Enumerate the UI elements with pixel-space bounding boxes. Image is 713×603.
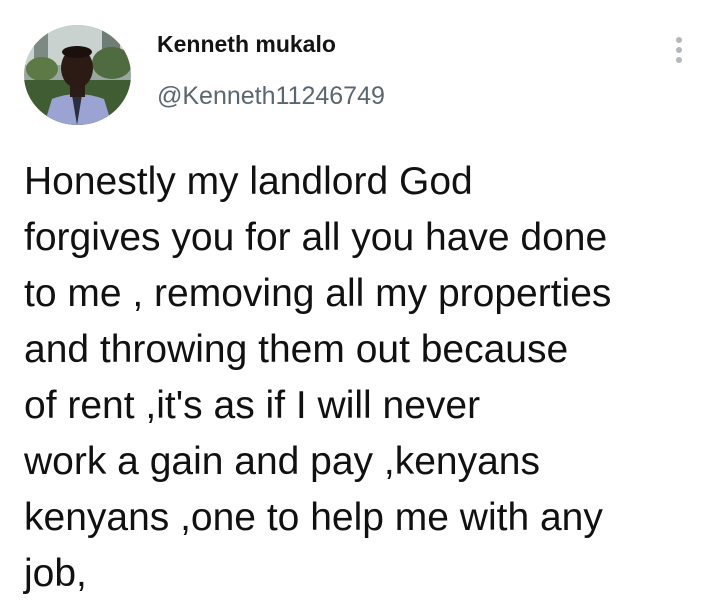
tweet-text-line: Honestly my landlord God xyxy=(24,160,473,203)
author-handle[interactable]: @Kenneth11246749 xyxy=(157,82,385,111)
author-avatar[interactable] xyxy=(24,25,131,125)
more-options-button[interactable] xyxy=(664,34,694,66)
author-display-name[interactable]: Kenneth mukalo xyxy=(157,31,336,58)
tweet-text-line: kenyans ,one to help me with any xyxy=(24,496,603,539)
tweet-text-line: and throwing them out because xyxy=(24,328,569,371)
more-vertical-icon xyxy=(676,37,682,63)
tweet-text-line: of rent ,it's as if I will never xyxy=(24,384,481,427)
tweet-text-line: to me , removing all my properties xyxy=(24,272,612,315)
tweet-card: Kenneth mukalo @Kenneth11246749 Honestly… xyxy=(0,0,713,603)
tweet-text-line: job, xyxy=(24,552,87,595)
tweet-text-line: forgives you for all you have done xyxy=(24,216,608,259)
profile-photo-icon xyxy=(24,25,131,125)
tweet-text: Honestly my landlord God forgives you fo… xyxy=(24,154,704,602)
tweet-text-line: work a gain and pay ,kenyans xyxy=(24,440,540,483)
